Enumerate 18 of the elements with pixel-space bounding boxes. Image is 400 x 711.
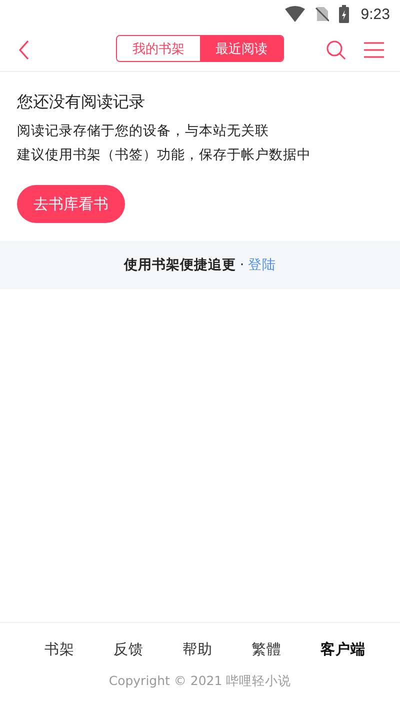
battery-charging-icon bbox=[338, 5, 349, 23]
status-time: 9:23 bbox=[360, 6, 390, 22]
footer-link[interactable]: 客户端 bbox=[320, 640, 366, 659]
footer-link[interactable]: 书架 bbox=[44, 640, 74, 659]
footer-link[interactable]: 帮助 bbox=[182, 640, 212, 659]
search-icon[interactable] bbox=[326, 40, 346, 60]
copyright-text: Copyright © 2021 哔哩轻小说 bbox=[108, 673, 292, 690]
back-icon[interactable] bbox=[18, 40, 30, 60]
separator-dot: · bbox=[240, 257, 244, 273]
menu-icon[interactable] bbox=[364, 42, 384, 58]
wifi-icon bbox=[284, 6, 305, 22]
footer-link[interactable]: 反馈 bbox=[114, 640, 144, 659]
footer-link[interactable]: 繁體 bbox=[252, 640, 282, 659]
banner-text: 使用书架便捷追更 bbox=[124, 256, 236, 274]
empty-title: 您还没有阅读记录 bbox=[17, 92, 145, 113]
info-text: 建议使用书架（书签）功能，保存于帐户数据中 bbox=[17, 146, 311, 165]
info-text: 阅读记录存储于您的设备，与本站无关联 bbox=[17, 122, 269, 141]
no-sim-icon bbox=[314, 6, 329, 22]
